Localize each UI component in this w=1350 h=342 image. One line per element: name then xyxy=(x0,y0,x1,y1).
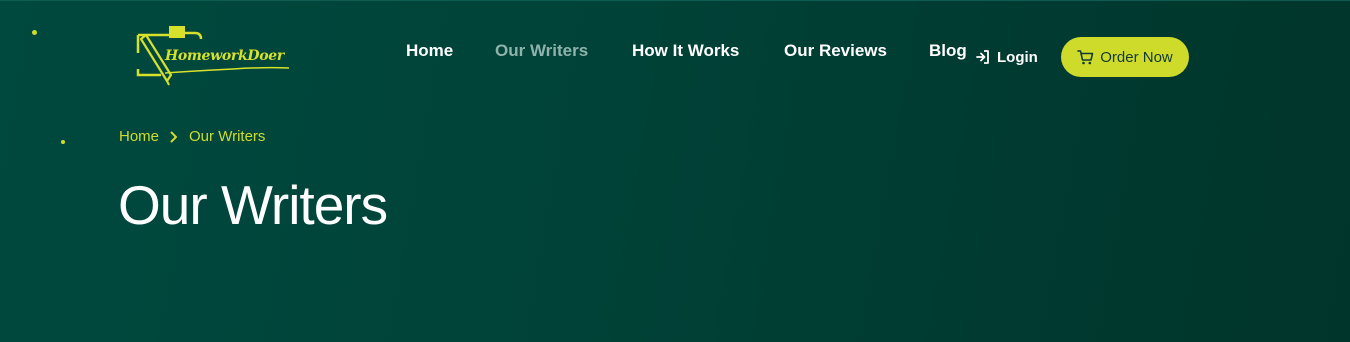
login-label: Login xyxy=(997,48,1038,66)
page-title: Our Writers xyxy=(118,174,388,236)
site-logo[interactable]: HomeworkDoer xyxy=(133,23,293,87)
nav-item-how-it-works[interactable]: How It Works xyxy=(632,41,739,61)
hero-banner: HomeworkDoer Home Our Writers How It Wor… xyxy=(0,0,1350,342)
decorative-dot xyxy=(61,140,65,144)
nav-item-our-writers[interactable]: Our Writers xyxy=(495,41,588,61)
nav-item-home[interactable]: Home xyxy=(406,41,453,61)
nav-item-our-reviews[interactable]: Our Reviews xyxy=(784,41,887,61)
breadcrumb: Home Our Writers xyxy=(119,128,265,145)
chevron-right-icon xyxy=(170,131,178,142)
decorative-dot xyxy=(32,30,37,35)
breadcrumb-current: Our Writers xyxy=(189,128,266,145)
logo-wordmark: HomeworkDoer xyxy=(165,48,284,64)
order-now-label: Order Now xyxy=(1100,48,1173,66)
cart-icon xyxy=(1077,50,1094,65)
order-now-button[interactable]: Order Now xyxy=(1061,37,1189,77)
login-link[interactable]: Login xyxy=(975,46,1038,68)
nav-item-blog[interactable]: Blog xyxy=(929,41,967,61)
login-arrow-icon xyxy=(976,50,989,64)
breadcrumb-home[interactable]: Home xyxy=(119,128,159,145)
